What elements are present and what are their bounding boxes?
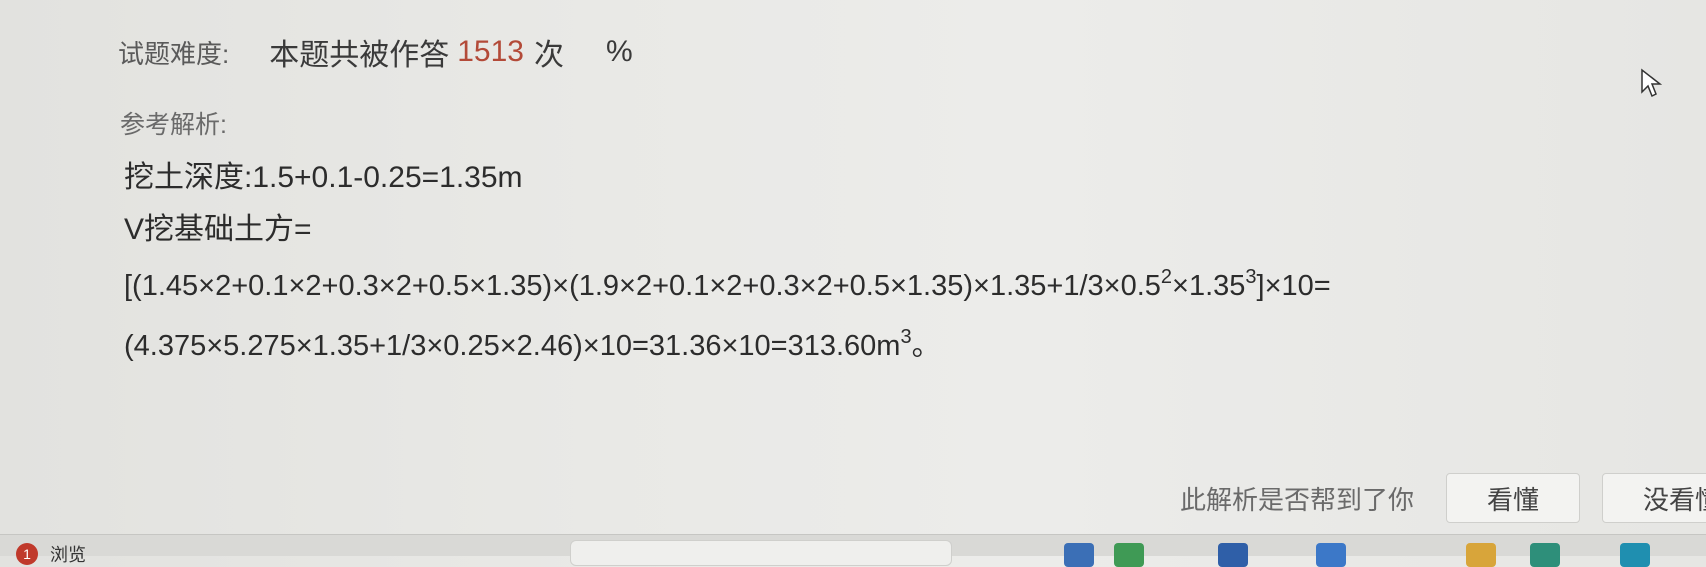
percent-value: % <box>605 35 633 68</box>
feedback-bar: 此解析是否帮到了你 看懂 没看懂 <box>1180 471 1706 525</box>
formula-1-part-c: ]×10= <box>1256 270 1331 302</box>
cursor-arrow-icon <box>1641 68 1662 98</box>
analysis-label: 参考解析: <box>120 111 227 139</box>
formula-1-exponent-b: 3 <box>1245 266 1257 288</box>
feedback-question: 此解析是否帮到了你 <box>1180 484 1415 515</box>
formula-2-part-b: 。 <box>911 330 941 362</box>
formula-1-exponent-a: 2 <box>1160 266 1173 288</box>
formula-1-part-a: [(1.45×2+0.1×2+0.3×2+0.5×1.35)×(1.9×2+0.… <box>124 270 1161 302</box>
taskbar-search-box[interactable] <box>570 540 952 566</box>
taskbar-app-icon[interactable] <box>1316 543 1346 567</box>
difficulty-label: 试题难度: <box>118 38 230 69</box>
answered-unit: 次 <box>533 39 564 72</box>
taskbar-app-icon[interactable] <box>1466 543 1496 567</box>
formula-2-part-a: (4.375×5.275×1.35+1/3×0.25×2.46)×10=31.3… <box>124 330 901 362</box>
difficulty-row: 试题难度: 本题共被作答 1513 次 % <box>118 30 633 74</box>
formula-2-exponent-a: 3 <box>900 326 912 348</box>
taskbar-app-icon[interactable] <box>1064 543 1094 567</box>
taskbar-app-icon[interactable] <box>1218 543 1248 567</box>
not-understood-button[interactable]: 没看懂 <box>1602 473 1706 523</box>
understood-button[interactable]: 看懂 <box>1446 473 1581 523</box>
formula-line-2: (4.375×5.275×1.35+1/3×0.25×2.46)×10=31.3… <box>124 316 1331 376</box>
taskbar: 1 浏览 <box>0 534 1706 567</box>
excavation-depth-line: 挖土深度:1.5+0.1-0.25=1.35m <box>124 161 523 194</box>
formula-line-1: [(1.45×2+0.1×2+0.3×2+0.5×1.35)×(1.9×2+0.… <box>124 256 1331 316</box>
taskbar-app-icon[interactable] <box>1114 543 1144 567</box>
taskbar-app-icon[interactable] <box>1620 543 1650 567</box>
taskbar-browser-label[interactable]: 浏览 <box>50 541 86 567</box>
formula-1-part-b: ×1.35 <box>1172 270 1246 302</box>
taskbar-app-icon[interactable] <box>1530 543 1560 567</box>
notification-badge[interactable]: 1 <box>16 543 38 565</box>
answered-text: 本题共被作答 <box>269 39 450 72</box>
volume-heading-line: V挖基础土方= <box>124 213 312 246</box>
analysis-body: 挖土深度:1.5+0.1-0.25=1.35m V挖基础土方= [(1.45×2… <box>124 152 1331 376</box>
answered-count: 1513 <box>457 35 524 68</box>
